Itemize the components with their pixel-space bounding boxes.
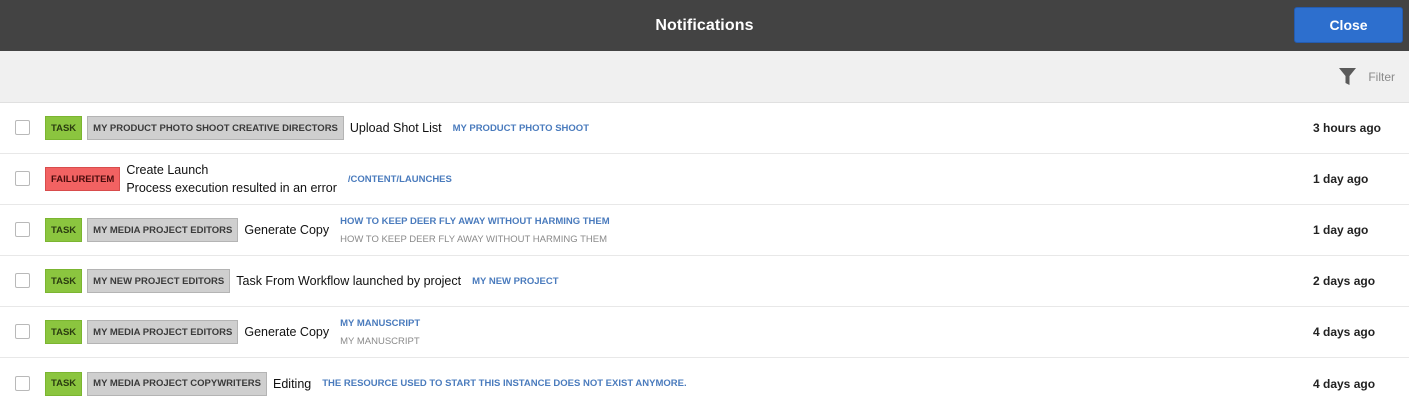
- page-title: Notifications: [655, 16, 754, 34]
- filter-label: Filter: [1368, 69, 1395, 84]
- type-badge: TASK: [45, 371, 83, 396]
- notification-row[interactable]: TASK MY PRODUCT PHOTO SHOOT CREATIVE DIR…: [0, 103, 1409, 154]
- resource-link[interactable]: MY MANUSCRIPT: [340, 318, 420, 329]
- group-badge: MY MEDIA PROJECT COPYWRITERS: [87, 371, 268, 396]
- resource-sublabel: HOW TO KEEP DEER FLY AWAY WITHOUT HARMIN…: [340, 233, 608, 245]
- row-checkbox[interactable]: [15, 222, 30, 237]
- type-badge: TASK: [45, 269, 83, 293]
- notification-title: Create Launch: [126, 163, 209, 177]
- type-badge: TASK: [45, 218, 83, 242]
- resource-link[interactable]: MY NEW PROJECT: [472, 276, 558, 287]
- row-checkbox[interactable]: [15, 324, 30, 339]
- timestamp: 3 hours ago: [1313, 121, 1382, 135]
- timestamp: 2 days ago: [1313, 274, 1376, 288]
- notification-row[interactable]: FAILUREITEM Create Launch Process execut…: [0, 154, 1409, 205]
- type-badge: TASK: [45, 320, 83, 344]
- header-bar: Notifications Close: [0, 0, 1409, 51]
- row-checkbox[interactable]: [15, 375, 30, 391]
- timestamp: 4 days ago: [1313, 325, 1376, 339]
- row-checkbox[interactable]: [15, 273, 30, 288]
- group-badge: MY MEDIA PROJECT EDITORS: [87, 320, 239, 344]
- filter-bar: Filter: [0, 51, 1409, 103]
- timestamp: 1 day ago: [1313, 172, 1369, 186]
- filter-button[interactable]: Filter: [1339, 67, 1395, 86]
- notification-title: Task From Workflow launched by project: [236, 274, 462, 288]
- resource-sublabel: MY MANUSCRIPT: [340, 335, 420, 347]
- notification-row[interactable]: TASK MY MEDIA PROJECT EDITORS Generate C…: [0, 307, 1409, 358]
- group-badge: MY PRODUCT PHOTO SHOOT CREATIVE DIRECTOR…: [87, 116, 344, 140]
- notification-row[interactable]: TASK MY NEW PROJECT EDITORS Task From Wo…: [0, 256, 1409, 307]
- row-checkbox[interactable]: [15, 171, 30, 186]
- close-button[interactable]: Close: [1294, 7, 1403, 43]
- notification-title: Generate Copy: [244, 223, 330, 237]
- resource-link[interactable]: /CONTENT/LAUNCHES: [348, 174, 452, 185]
- resource-link[interactable]: HOW TO KEEP DEER FLY AWAY WITHOUT HARMIN…: [340, 216, 610, 227]
- funnel-icon: [1339, 67, 1357, 85]
- group-badge: MY NEW PROJECT EDITORS: [87, 269, 231, 293]
- notification-title: Editing: [273, 376, 312, 391]
- resource-link[interactable]: THE RESOURCE USED TO START THIS INSTANCE…: [322, 378, 686, 389]
- notification-row[interactable]: TASK MY MEDIA PROJECT EDITORS Generate C…: [0, 205, 1409, 256]
- timestamp: 1 day ago: [1313, 223, 1369, 237]
- notification-list: TASK MY PRODUCT PHOTO SHOOT CREATIVE DIR…: [0, 103, 1409, 409]
- group-badge: MY MEDIA PROJECT EDITORS: [87, 218, 239, 242]
- type-badge: TASK: [45, 116, 83, 140]
- resource-link[interactable]: MY PRODUCT PHOTO SHOOT: [453, 123, 589, 134]
- notification-title: Upload Shot List: [349, 121, 442, 135]
- type-badge: FAILUREITEM: [45, 167, 121, 191]
- notification-subtitle: Process execution resulted in an error: [126, 181, 337, 195]
- notification-row[interactable]: TASK MY MEDIA PROJECT COPYWRITERS Editin…: [0, 358, 1409, 409]
- notification-title: Generate Copy: [244, 325, 330, 339]
- row-checkbox[interactable]: [15, 120, 30, 135]
- timestamp: 4 days ago: [1313, 376, 1376, 391]
